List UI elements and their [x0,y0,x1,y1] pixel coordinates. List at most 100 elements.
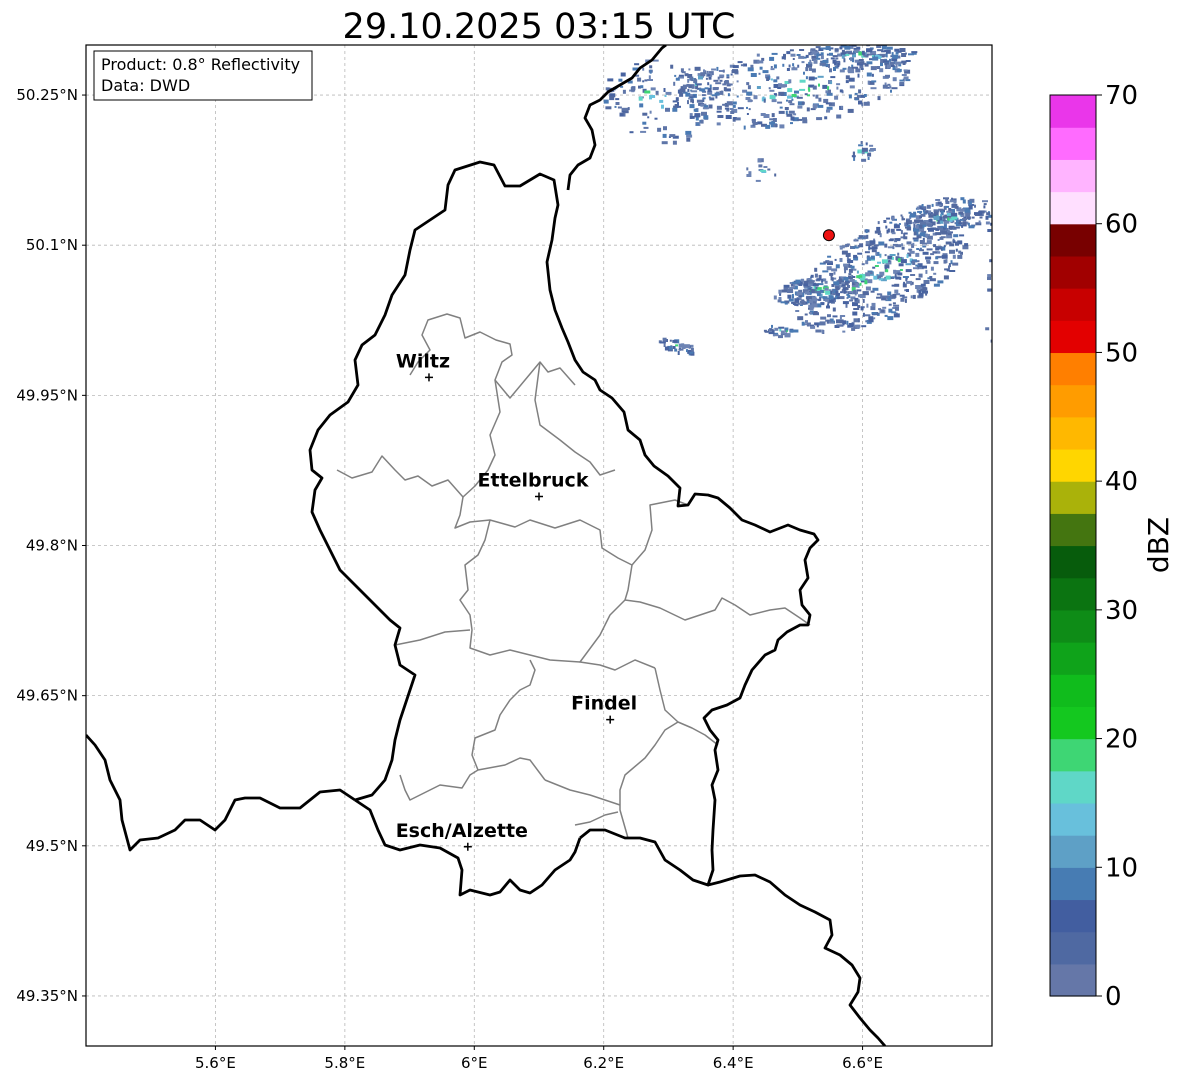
echo-pixel [871,73,874,77]
echo-pixel [779,124,785,129]
colorbar-tick-label: 10 [1105,853,1138,883]
echo-pixel [861,263,865,266]
echo-pixel [855,68,861,73]
echo-pixel [887,246,893,249]
echo-pixel [675,77,680,81]
echo-pixel [859,277,865,281]
echo-pixel [830,57,835,60]
echo-pixel [784,327,789,331]
echo-pixel [649,69,652,74]
echo-pixel [824,116,828,120]
colorbar-tick-label: 50 [1105,338,1138,368]
echo-pixel [836,292,840,296]
echo-pixel [629,131,634,134]
echo-pixel [888,303,892,306]
echo-pixel [700,119,704,124]
echo-pixel [752,122,758,125]
echo-pixel [687,100,689,105]
echo-pixel [871,80,877,83]
echo-pixel [849,85,855,89]
echo-pixel [946,210,953,213]
echo-pixel [614,105,617,108]
echo-pixel [951,212,958,217]
echo-pixel [858,144,864,147]
echo-pixel [870,290,875,293]
echo-pixel [876,296,882,299]
echo-pixel [745,97,751,100]
x-tick-label: 6.6°E [842,1054,883,1072]
echo-pixel [771,120,774,124]
echo-pixel [777,101,783,104]
echo-pixel [808,76,815,81]
colorbar-swatch [1050,545,1096,579]
echo-pixel [794,303,799,306]
echo-pixel [708,104,713,109]
y-tick-label: 49.95°N [16,386,78,404]
city-label: Esch/Alzette [396,820,528,842]
echo-pixel [878,241,885,246]
echo-pixel [889,85,892,89]
echo-pixel [942,246,946,251]
echo-pixel [674,348,678,352]
echo-pixel [810,52,814,55]
y-tick-label: 50.1°N [26,236,78,254]
echo-pixel [866,72,872,77]
echo-pixel [690,348,694,352]
echo-pixel [861,325,867,328]
echo-pixel [866,256,871,261]
echo-pixel [672,107,678,112]
echo-pixel [847,68,854,73]
echo-pixel [885,74,890,78]
echo-pixel [887,64,891,69]
echo-pixel [778,91,785,96]
echo-pixel [819,62,826,66]
echo-pixel [804,93,808,96]
echo-pixel [919,221,926,225]
echo-pixel [810,274,814,278]
echo-pixel [841,54,845,59]
echo-pixel [821,329,824,334]
echo-pixel [690,98,693,103]
echo-pixel [663,88,666,92]
echo-pixel [801,61,805,64]
echo-pixel [801,101,805,105]
echo-pixel [820,55,824,60]
echo-pixel [797,316,804,321]
echo-pixel [852,311,858,316]
echo-pixel [686,137,691,142]
echo-pixel [897,258,901,263]
echo-pixel [884,243,888,248]
echo-pixel [866,303,869,308]
echo-pixel [796,54,801,56]
echo-pixel [852,58,854,63]
echo-pixel [822,296,828,300]
colorbar-swatch [1050,931,1096,965]
echo-pixel [773,93,777,96]
echo-pixel [775,124,778,128]
echo-pixel [687,88,690,92]
echo-pixel [982,200,988,203]
colorbar-label: dBZ [1142,517,1175,573]
radar-site-dot [822,229,835,242]
echo-pixel [768,87,771,90]
echo-pixel [845,243,850,247]
echo-pixel [826,260,833,263]
echo-pixel [833,271,836,275]
echo-pixel [716,122,721,126]
echo-pixel [732,69,738,74]
echo-pixel [821,278,824,283]
echo-pixel [805,76,808,80]
echo-pixel [679,88,686,93]
echo-pixel [615,98,620,101]
echo-pixel [952,238,955,241]
echo-pixel [826,53,829,56]
echo-pixel [809,59,812,64]
echo-pixel [770,68,775,71]
echo-pixel [817,75,824,78]
echo-pixel [953,234,959,238]
echo-pixel [906,223,909,225]
echo-pixel [962,199,966,204]
echo-pixel [688,68,691,71]
colorbar-swatches [1050,95,1096,997]
echo-pixel [940,236,946,239]
